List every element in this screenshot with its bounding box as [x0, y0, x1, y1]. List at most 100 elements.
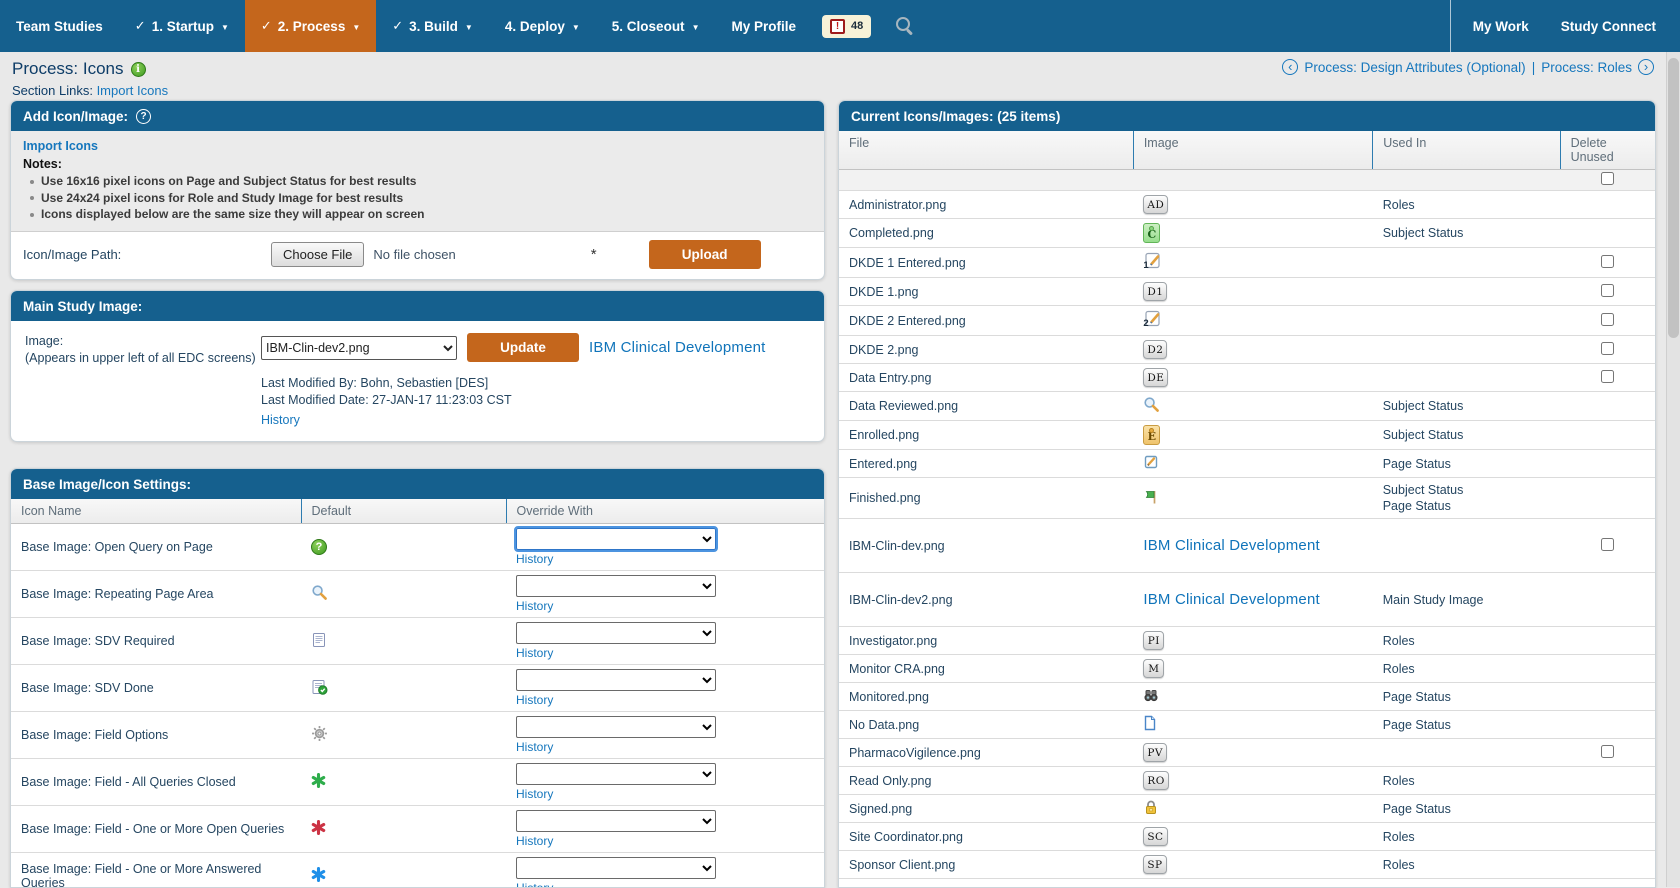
section-link-import-icons[interactable]: Import Icons [97, 83, 169, 98]
nav-tab-3-build[interactable]: ✓3. Build▼ [376, 0, 489, 52]
nav-tabs: Team Studies✓1. Startup▼✓2. Process▼✓3. … [0, 0, 812, 52]
letter-badge-icon: DE [1143, 368, 1168, 387]
image-cell [1133, 795, 1372, 823]
override-select[interactable] [516, 575, 716, 597]
history-link[interactable]: History [516, 646, 553, 660]
breadcrumb-prev-link[interactable]: Process: Design Attributes (Optional) [1304, 60, 1525, 75]
nav-tab-4-deploy[interactable]: 4. Deploy▼ [489, 0, 596, 52]
file-name-cell: Administrator.png [839, 191, 1133, 219]
column-header-default: Default [301, 499, 506, 524]
delete-unused-checkbox[interactable] [1601, 284, 1614, 297]
check-icon: ✓ [392, 18, 403, 34]
history-link[interactable]: History [516, 693, 553, 707]
nav-link-study-connect[interactable]: Study Connect [1545, 0, 1672, 52]
nav-tab-1-startup[interactable]: ✓1. Startup▼ [119, 0, 245, 52]
delete-unused-checkbox[interactable] [1601, 538, 1614, 551]
history-link[interactable]: History [516, 552, 553, 566]
nav-tab-5-closeout[interactable]: 5. Closeout▼ [596, 0, 716, 52]
delete-unused-cell [1560, 278, 1655, 306]
override-select[interactable] [516, 763, 716, 785]
file-name-cell: Entered.png [839, 450, 1133, 478]
used-in-cell [1373, 336, 1560, 364]
nav-tab-team-studies[interactable]: Team Studies [0, 0, 119, 52]
nav-tab-label: 2. Process [278, 19, 346, 34]
override-select[interactable] [516, 810, 716, 832]
override-select[interactable] [516, 622, 716, 644]
file-name-cell: Monitor CRA.png [839, 655, 1133, 683]
delete-unused-cell [1560, 627, 1655, 655]
help-icon[interactable]: ? [136, 109, 151, 124]
override-select[interactable] [516, 716, 716, 738]
delete-unused-checkbox[interactable] [1601, 255, 1614, 268]
choose-file-button[interactable]: Choose File [271, 242, 364, 267]
delete-unused-checkbox[interactable] [1601, 342, 1614, 355]
image-cell: AD [1133, 191, 1372, 219]
main-image-history-link[interactable]: History [261, 412, 300, 429]
delete-unused-cell [1560, 655, 1655, 683]
delete-unused-cell [1560, 219, 1655, 248]
notes-label: Notes: [23, 157, 812, 171]
file-name-cell: DKDE 1 Entered.png [839, 248, 1133, 278]
sdv-doc-check-icon [311, 679, 328, 695]
check-icon: ✓ [261, 18, 272, 34]
file-name-cell: IBM-Clin-dev2.png [839, 573, 1133, 627]
table-row: DKDE 1 Entered.png1 [839, 248, 1655, 278]
nav-tab-2-process[interactable]: ✓2. Process▼ [245, 0, 376, 52]
nav-tab-my-profile[interactable]: My Profile [715, 0, 812, 52]
letter-badge-icon: D2 [1143, 340, 1167, 359]
icon-name-cell: Base Image: SDV Required [11, 618, 301, 665]
icons-table-header-row: FileImageUsed InDelete Unused [839, 131, 1655, 170]
filter-row-spacer [839, 170, 1560, 191]
delete-unused-checkbox[interactable] [1601, 313, 1614, 326]
filter-row-checkbox-cell [1560, 170, 1655, 191]
ibm-logo-icon: IBM Clinical Development [1143, 591, 1320, 608]
flag-icon [1143, 489, 1159, 505]
override-select[interactable] [516, 857, 716, 879]
breadcrumb-next-link[interactable]: Process: Roles [1541, 60, 1632, 75]
delete-unused-checkbox[interactable] [1601, 172, 1614, 185]
padlock-icon [1143, 799, 1159, 815]
delete-unused-cell [1560, 573, 1655, 627]
alerts-badge[interactable]: ! 48 [822, 15, 871, 38]
image-cell [1133, 392, 1372, 421]
upload-button[interactable]: Upload [649, 240, 761, 269]
override-select[interactable] [516, 669, 716, 691]
import-icons-link[interactable]: Import Icons [23, 139, 98, 153]
next-arrow-icon[interactable]: › [1638, 59, 1654, 75]
file-name-cell: IBM-Clin-dev.png [839, 519, 1133, 573]
letter-badge-icon: D1 [1143, 282, 1167, 301]
image-hint: (Appears in upper left of all EDC screen… [25, 350, 261, 367]
main-study-image-panel: Main Study Image: Image: (Appears in upp… [10, 290, 825, 442]
column-header-delete-unused: Delete Unused [1560, 131, 1655, 170]
history-link[interactable]: History [516, 740, 553, 754]
icon-name-cell: Base Image: Open Query on Page [11, 524, 301, 571]
info-icon[interactable]: i [131, 62, 146, 77]
used-in-value: Subject Status [1383, 482, 1550, 498]
main-image-select[interactable]: IBM-Clin-dev2.png [261, 336, 457, 360]
delete-unused-cell [1560, 421, 1655, 450]
icon-name-cell: Base Image: Repeating Page Area [11, 571, 301, 618]
history-link[interactable]: History [516, 599, 553, 613]
update-button[interactable]: Update [467, 333, 579, 362]
history-link[interactable]: History [516, 834, 553, 848]
table-row: PharmacoVigilence.pngPV [839, 739, 1655, 767]
table-row: DKDE 1.pngD1 [839, 278, 1655, 306]
nav-link-my-work[interactable]: My Work [1457, 0, 1545, 52]
history-link[interactable]: History [516, 787, 553, 801]
image-cell: IBM Clinical Development [1133, 573, 1372, 627]
delete-unused-checkbox[interactable] [1601, 745, 1614, 758]
prev-arrow-icon[interactable]: ‹ [1282, 59, 1298, 75]
override-select[interactable] [516, 528, 716, 550]
image-cell: RO [1133, 767, 1372, 795]
used-in-value: Subject Status [1383, 427, 1550, 443]
table-row: Site Coordinator.pngSCRoles [839, 823, 1655, 851]
used-in-value: Page Status [1383, 456, 1550, 472]
search-icon[interactable] [895, 16, 915, 36]
nav-tab-label: Team Studies [16, 19, 103, 34]
image-cell [1133, 478, 1372, 519]
required-asterisk: * [591, 246, 597, 263]
delete-unused-checkbox[interactable] [1601, 370, 1614, 383]
scrollbar-thumb[interactable] [1668, 58, 1679, 338]
column-header-image: Image [1133, 131, 1372, 170]
image-cell: PI [1133, 627, 1372, 655]
